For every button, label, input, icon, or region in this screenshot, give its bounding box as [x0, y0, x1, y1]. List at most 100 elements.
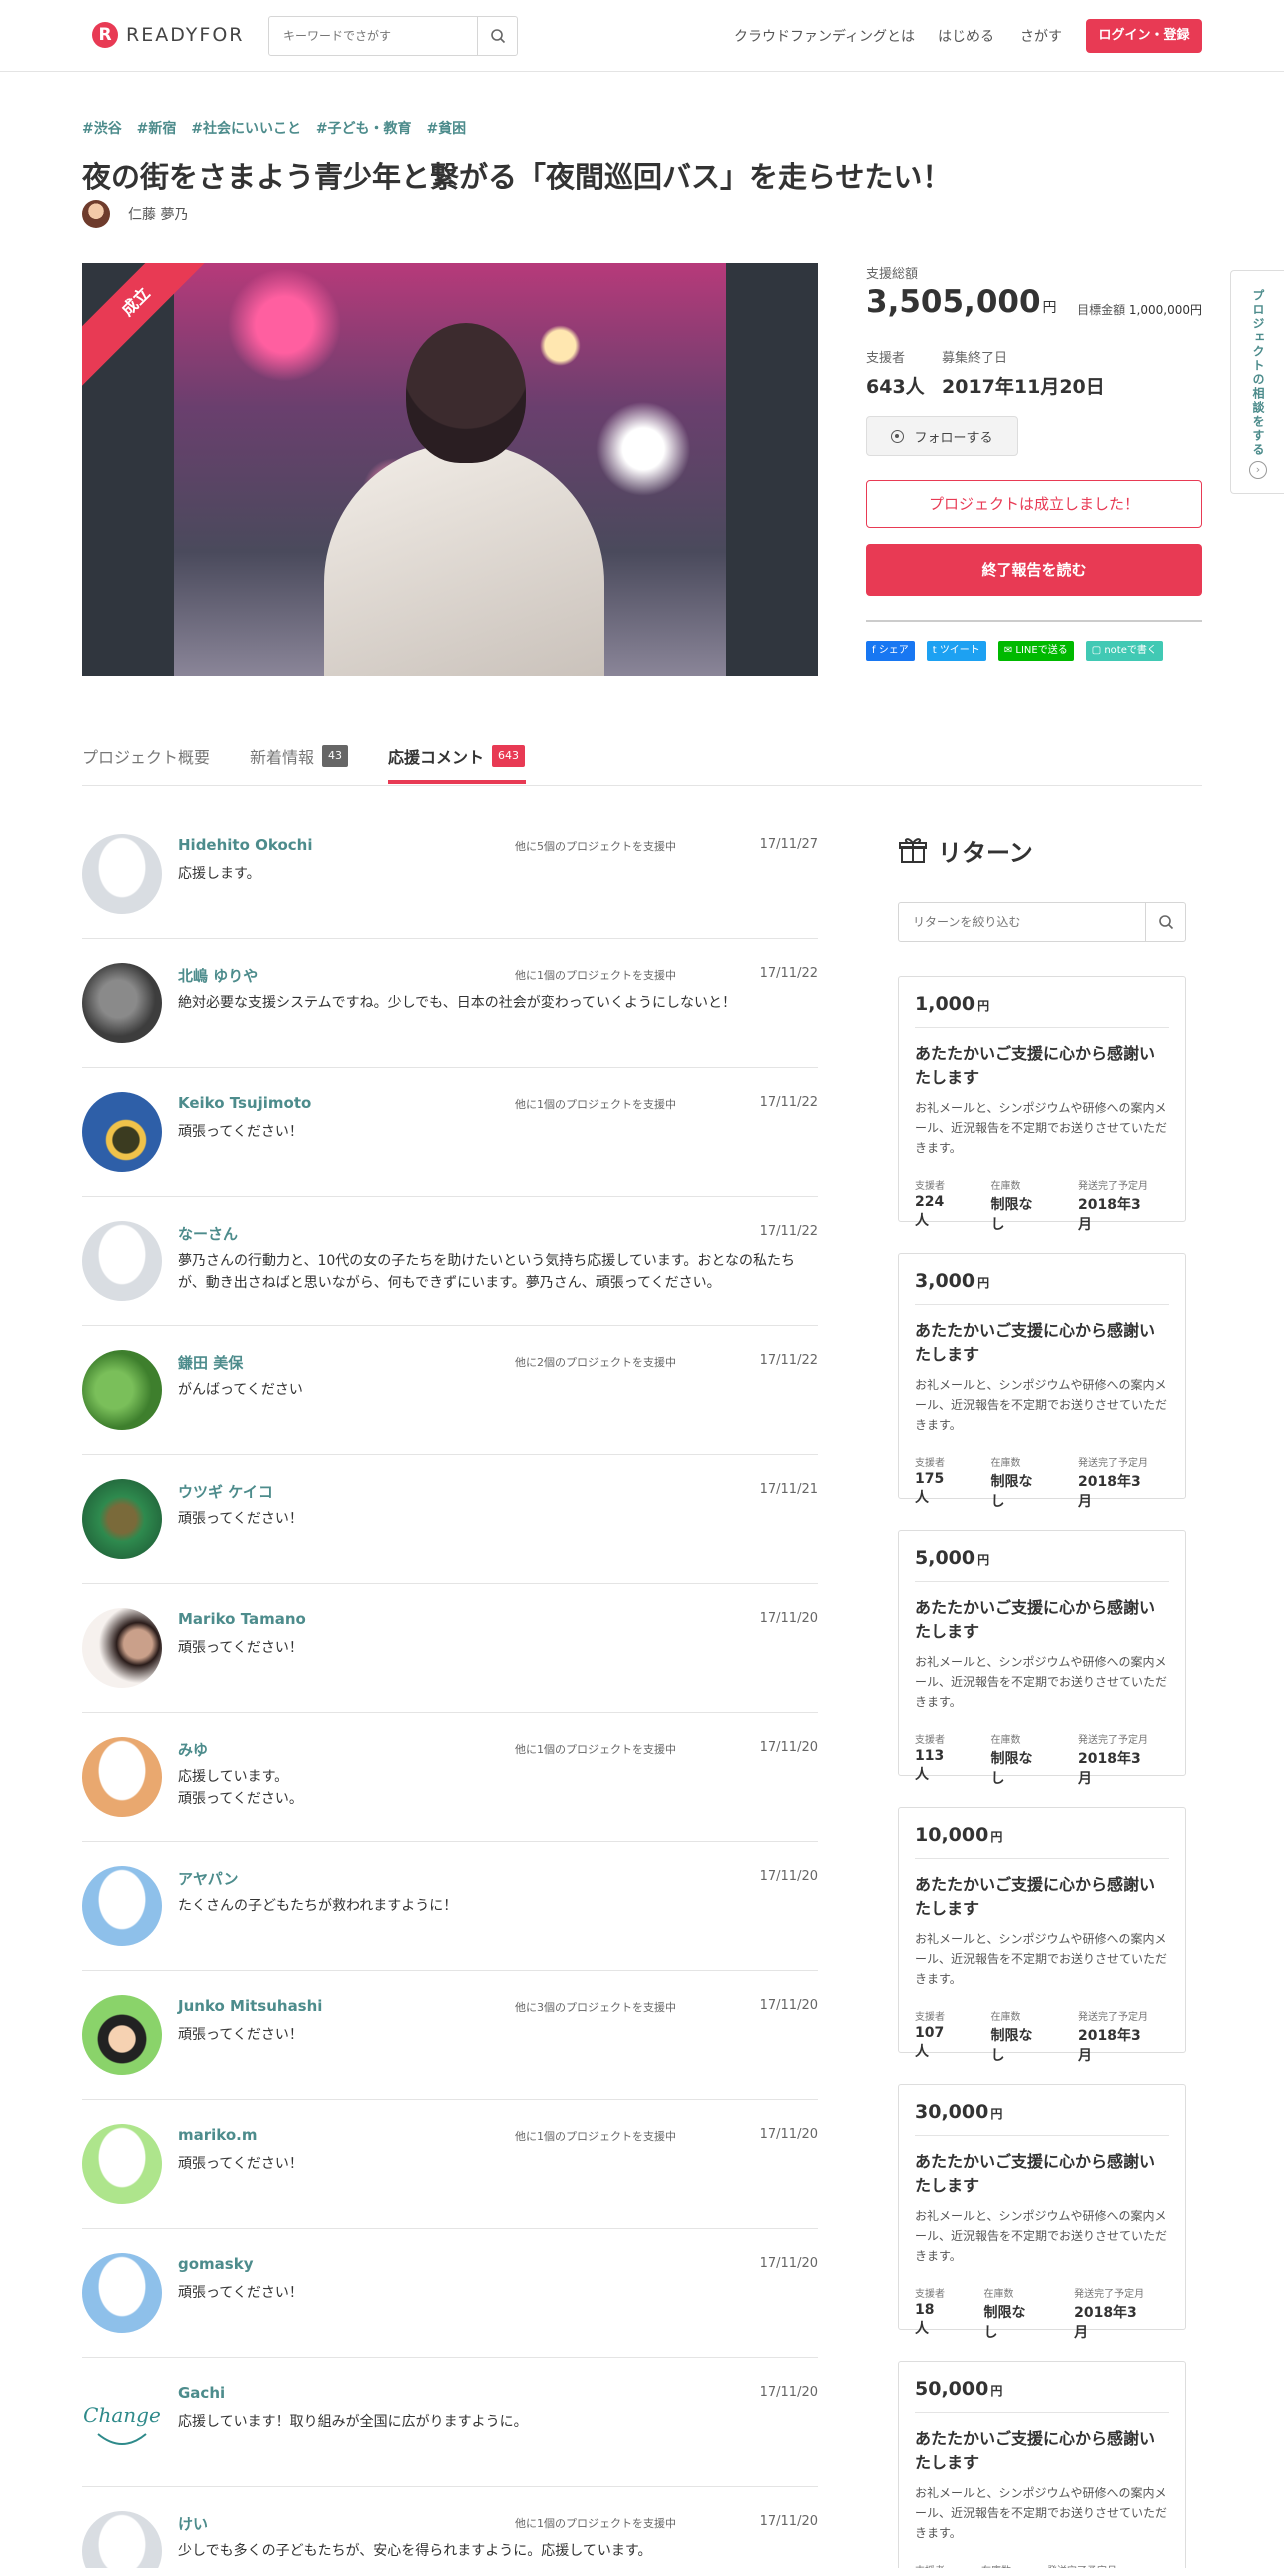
returns-header: リターン [898, 830, 1186, 870]
commenter-name[interactable]: 北嶋 ゆりや [178, 965, 258, 986]
commenter-name[interactable]: Keiko Tsujimoto [178, 1094, 311, 1112]
nav-about[interactable]: クラウドファンディングとは [734, 26, 915, 46]
commenter-name[interactable]: 鎌田 美保 [178, 1352, 243, 1373]
support-count: 他に1個のプロジェクトを支援中 [515, 1743, 676, 1756]
backers-label: 支援者 [915, 2012, 945, 2023]
end-date-stat: 募集終了日 2017年11月20日 [942, 347, 1105, 399]
return-backers: 175人 [915, 1471, 945, 1506]
avatar[interactable] [82, 1737, 162, 1817]
comment-item: gomasky 17/11/20 頑張ってください！ [82, 2229, 818, 2358]
goal-label: 目標金額 [1077, 303, 1126, 317]
return-price: 1,000 円 [915, 993, 1169, 1028]
return-card[interactable]: 1,000 円あたたかいご支援に心から感謝いたします お礼メールと、シンポジウムや研… [898, 976, 1186, 1233]
commenter-name[interactable]: mariko.m [178, 2126, 258, 2144]
avatar[interactable] [82, 2253, 162, 2333]
delivery-label: 発送完了予定月 [1078, 1735, 1149, 1746]
return-title: あたたかいご支援に心から感謝いたします [915, 1598, 1156, 1641]
funding-stats: 支援総額 3,505,000 円 目標金額 1,000,000円 支援者 643人… [866, 263, 1202, 398]
return-backers: 224人 [915, 1194, 945, 1229]
search-input[interactable] [269, 17, 475, 55]
commenter-name[interactable]: Mariko Tamano [178, 1610, 306, 1628]
nav-start[interactable]: はじめる [938, 26, 994, 46]
return-card[interactable]: 30,000 円あたたかいご支援に心から感謝いたします お礼メールと、シンポジウムや… [898, 2084, 1186, 2341]
return-delivery: 2018年3月 [1078, 1474, 1141, 1510]
consult-side-tab[interactable]: プロジェクトの相談をする › [1230, 270, 1284, 494]
avatar[interactable] [82, 1866, 162, 1946]
comment-item: 北嶋 ゆりや 他に1個のプロジェクトを支援中 17/11/22 絶対必要な支援システム… [82, 939, 818, 1068]
return-delivery: 2018年3月 [1078, 1751, 1141, 1787]
commenter-name[interactable]: Junko Mitsuhashi [178, 1997, 322, 2015]
tab-overview[interactable]: プロジェクト概要 [82, 744, 210, 768]
tag-link[interactable]: #貧困 [426, 121, 466, 137]
delivery-label: 発送完了予定月 [1078, 1458, 1149, 1469]
tag-link[interactable]: #新宿 [137, 121, 177, 137]
backers-label: 支援者 [915, 2289, 945, 2300]
facebook-share-button[interactable]: f シェア [866, 641, 915, 661]
return-title: あたたかいご支援に心から感謝いたします [915, 1044, 1156, 1087]
hero-person [324, 323, 604, 676]
return-price: 5,000 円 [915, 1547, 1169, 1582]
avatar[interactable] [82, 1350, 162, 1430]
delivery-label: 発送完了予定月 [1047, 2562, 1117, 2568]
return-title: あたたかいご支援に心から感謝いたします [915, 2152, 1156, 2195]
follow-button[interactable]: フォローする [866, 416, 1018, 456]
note-share-button[interactable]: ▢ noteで書く [1085, 641, 1163, 661]
avatar[interactable] [82, 963, 162, 1043]
comment-text: 応援します。 [178, 866, 261, 882]
avatar[interactable] [82, 2511, 162, 2568]
backers-label: 支援者 [915, 1735, 945, 1746]
avatar[interactable] [82, 1608, 162, 1688]
avatar[interactable]: Change [82, 2382, 162, 2462]
tag-link[interactable]: #子ども・教育 [316, 121, 412, 137]
commenter-name[interactable]: gomasky [178, 2255, 253, 2273]
returns-search-button[interactable] [1145, 903, 1185, 941]
return-card[interactable]: 10,000 円あたたかいご支援に心から感謝いたします お礼メールと、シンポジウムや… [898, 1807, 1186, 2064]
line-share-button[interactable]: ✉ LINEで送る [997, 641, 1074, 661]
return-card[interactable]: 3,000 円あたたかいご支援に心から感謝いたします お礼メールと、シンポジウムや研… [898, 1253, 1186, 1510]
tag-link[interactable]: #渋谷 [82, 121, 122, 137]
commenter-name[interactable]: なーさん [178, 1223, 238, 1244]
avatar[interactable] [82, 1092, 162, 1172]
return-card[interactable]: 50,000 円あたたかいご支援に心から感謝いたします お礼メールと、シンポジウムや… [898, 2361, 1186, 2568]
comment-text: 頑張ってください！ [178, 2285, 303, 2301]
commenter-name[interactable]: Gachi [178, 2384, 225, 2402]
comment-item: Mariko Tamano 17/11/20 頑張ってください！ [82, 1584, 818, 1713]
site-header: R READYFOR クラウドファンディングとは はじめる さがす ログイン・登… [0, 0, 1284, 72]
avatar[interactable] [82, 2124, 162, 2204]
returns-search-input[interactable] [899, 903, 1139, 941]
stock-label: 在庫数 [990, 1458, 1021, 1469]
avatar[interactable] [82, 834, 162, 914]
returns-search [898, 902, 1186, 942]
tab-updates[interactable]: 新着情報 43 [250, 744, 349, 768]
project-tabs: プロジェクト概要 新着情報 43 応援コメント 643 [82, 726, 1202, 786]
commenter-name[interactable]: けい [178, 2513, 208, 2534]
return-card[interactable]: 5,000 円あたたかいご支援に心から感謝いたしますお礼メールと、シンポジウムや研… [898, 1530, 1186, 1787]
avatar[interactable] [82, 1479, 162, 1559]
comment-item: けい 他に1個のプロジェクトを支援中 17/11/20 少しでも多くの子どもたちが、安… [82, 2487, 818, 2568]
search-button[interactable] [477, 17, 517, 55]
tag-link[interactable]: #社会にいいこと [191, 121, 301, 137]
read-report-button[interactable]: 終了報告を読む [866, 544, 1202, 596]
comment-text: 頑張ってください！ [178, 1511, 303, 1527]
comment-item: Change Gachi 17/11/20 応援しています！取り組みが全国に広がります… [82, 2358, 818, 2487]
commenter-name[interactable]: ウツギ ケイコ [178, 1481, 273, 1502]
comment-text: 応援しています。 頑張ってください。 [178, 1769, 303, 1807]
avatar[interactable] [82, 1221, 162, 1301]
login-button[interactable]: ログイン・登録 [1086, 19, 1202, 53]
backers-label: 支援者 [915, 1181, 945, 1192]
comment-item: ウツギ ケイコ 17/11/21 頑張ってください！ [82, 1455, 818, 1584]
project-success-button[interactable]: プロジェクトは成立しました！ [866, 480, 1202, 528]
readyfor-logo[interactable]: R READYFOR [92, 22, 245, 48]
avatar[interactable] [82, 1995, 162, 2075]
project-owner[interactable]: 仁藤 夢乃 [82, 200, 188, 228]
return-description: お礼メールと、シンポジウムや研修への案内メール、近況報告を不定期でお送りさせてい… [915, 1655, 1168, 1709]
nav-explore[interactable]: さがす [1020, 26, 1062, 46]
twitter-share-button[interactable]: t ツイート [926, 641, 986, 661]
commenter-name[interactable]: みゆ [178, 1739, 208, 1760]
support-count: 他に3個のプロジェクトを支援中 [515, 2001, 676, 2014]
commenter-name[interactable]: アヤパン [178, 1868, 238, 1889]
return-backers: 107人 [915, 2025, 945, 2060]
tab-comments[interactable]: 応援コメント 643 [388, 744, 526, 768]
support-count: 他に1個のプロジェクトを支援中 [515, 969, 676, 982]
commenter-name[interactable]: Hidehito Okochi [178, 836, 312, 854]
